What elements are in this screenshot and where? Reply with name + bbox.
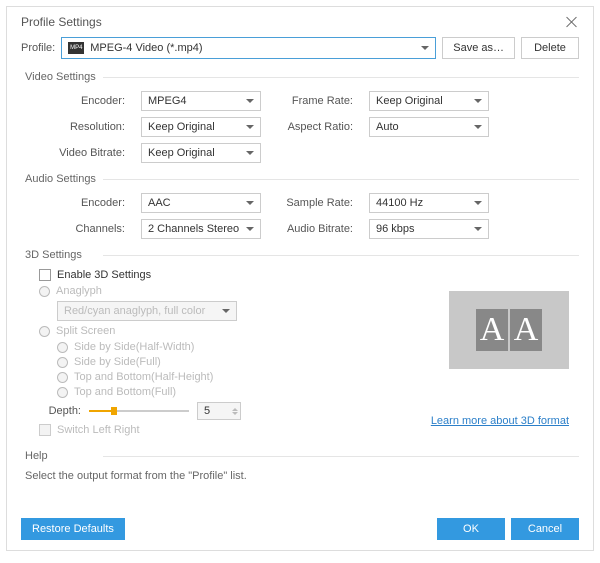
format-icon: MP4 (68, 42, 84, 54)
radio-icon (39, 286, 50, 297)
checkbox-icon (39, 269, 51, 281)
delete-button[interactable]: Delete (521, 37, 579, 59)
save-as-button[interactable]: Save as… (442, 37, 515, 59)
chevron-down-icon (474, 227, 482, 231)
depth-slider[interactable] (89, 406, 189, 416)
profile-value: MPEG-4 Video (*.mp4) (90, 42, 202, 54)
aspect-ratio-label: Aspect Ratio: (277, 121, 353, 133)
sample-rate-label: Sample Rate: (277, 197, 353, 209)
frame-rate-label: Frame Rate: (277, 95, 353, 107)
help-text: Select the output format from the "Profi… (21, 470, 579, 482)
audio-settings-title: Audio Settings (21, 173, 579, 185)
close-icon[interactable] (565, 15, 579, 29)
cancel-button[interactable]: Cancel (511, 518, 579, 540)
radio-icon (57, 357, 68, 368)
help-title: Help (21, 450, 579, 462)
channels-select[interactable]: 2 Channels Stereo (141, 219, 261, 239)
anaglyph-select: Red/cyan anaglyph, full color (57, 301, 237, 321)
audio-encoder-label: Encoder: (39, 197, 125, 209)
restore-defaults-button[interactable]: Restore Defaults (21, 518, 125, 540)
video-bitrate-select[interactable]: Keep Original (141, 143, 261, 163)
radio-icon (57, 387, 68, 398)
audio-bitrate-select[interactable]: 96 kbps (369, 219, 489, 239)
chevron-down-icon (246, 201, 254, 205)
chevron-down-icon (246, 227, 254, 231)
chevron-down-icon (474, 99, 482, 103)
learn-more-link[interactable]: Learn more about 3D format (431, 415, 569, 427)
resolution-select[interactable]: Keep Original (141, 117, 261, 137)
dialog-title: Profile Settings (21, 15, 102, 29)
chevron-down-icon (246, 99, 254, 103)
video-bitrate-label: Video Bitrate: (39, 147, 125, 159)
3d-preview: AA (449, 291, 569, 369)
chevron-down-icon (474, 125, 482, 129)
audio-bitrate-label: Audio Bitrate: (277, 223, 353, 235)
chevron-down-icon (246, 125, 254, 129)
radio-icon (39, 326, 50, 337)
sample-rate-select[interactable]: 44100 Hz (369, 193, 489, 213)
chevron-down-icon (222, 309, 230, 313)
chevron-down-icon (474, 201, 482, 205)
checkbox-icon (39, 424, 51, 436)
split-option-3: Top and Bottom(Full) (57, 386, 579, 398)
depth-label: Depth: (39, 405, 81, 417)
audio-encoder-select[interactable]: AAC (141, 193, 261, 213)
chevron-down-icon (246, 151, 254, 155)
video-encoder-select[interactable]: MPEG4 (141, 91, 261, 111)
video-encoder-label: Encoder: (39, 95, 125, 107)
radio-icon (57, 372, 68, 383)
ok-button[interactable]: OK (437, 518, 505, 540)
3d-settings-title: 3D Settings (21, 249, 579, 261)
video-settings-title: Video Settings (21, 71, 579, 83)
split-option-2: Top and Bottom(Half-Height) (57, 371, 579, 383)
frame-rate-select[interactable]: Keep Original (369, 91, 489, 111)
aspect-ratio-select[interactable]: Auto (369, 117, 489, 137)
resolution-label: Resolution: (39, 121, 125, 133)
chevron-down-icon (421, 46, 429, 50)
depth-spinner: 5 (197, 402, 241, 420)
slider-thumb-icon (111, 407, 117, 415)
enable-3d-checkbox[interactable]: Enable 3D Settings (39, 269, 579, 281)
profile-select[interactable]: MP4 MPEG-4 Video (*.mp4) (61, 37, 436, 59)
channels-label: Channels: (39, 223, 125, 235)
radio-icon (57, 342, 68, 353)
profile-label: Profile: (21, 42, 55, 54)
